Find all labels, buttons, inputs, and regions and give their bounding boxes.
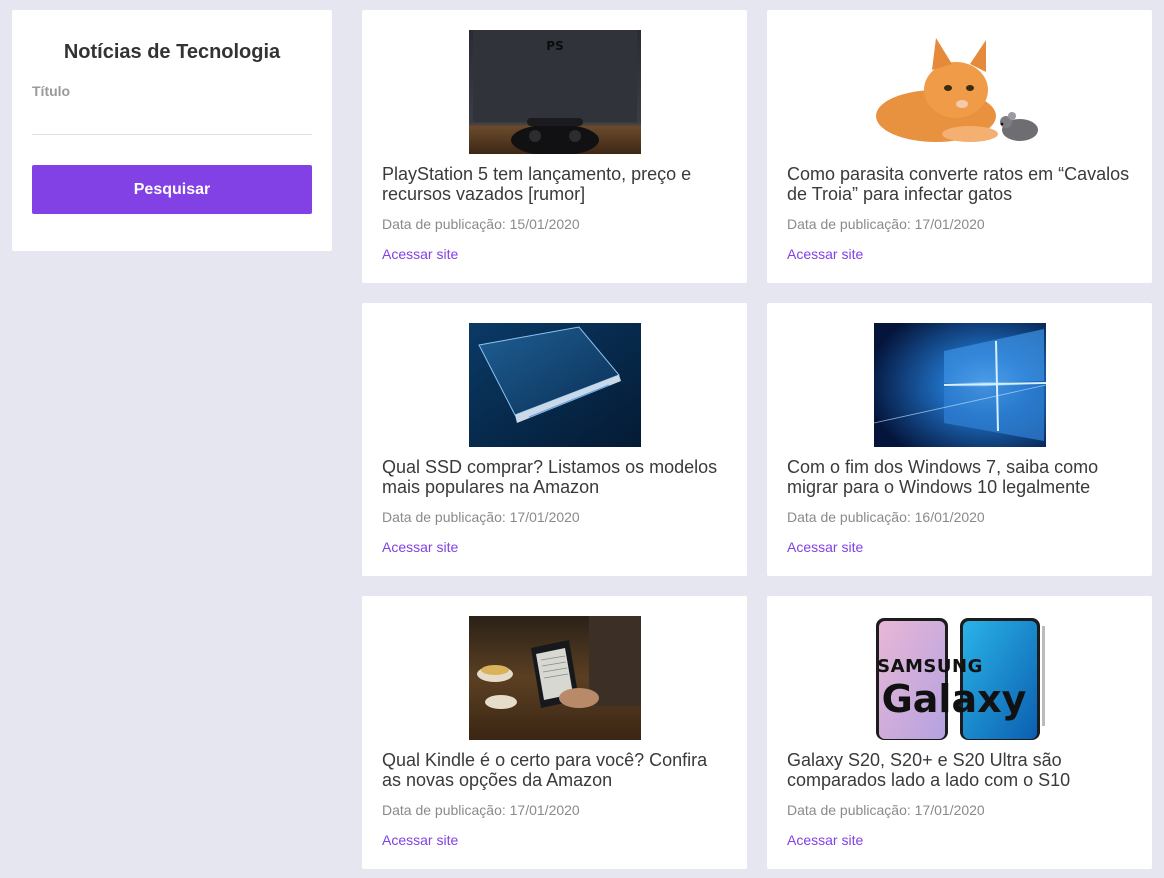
card-date: Data de publicação: 17/01/2020: [787, 216, 985, 232]
news-card: Como parasita converte ratos em “Cavalos…: [767, 10, 1152, 283]
news-card: Qual Kindle é o certo para você? Confira…: [362, 596, 747, 869]
visit-site-link[interactable]: Acessar site: [787, 537, 863, 557]
title-input[interactable]: [32, 105, 312, 135]
visit-site-link[interactable]: Acessar site: [382, 244, 458, 264]
svg-text:PS: PS: [546, 39, 563, 53]
search-button[interactable]: Pesquisar: [32, 165, 312, 214]
visit-site-link[interactable]: Acessar site: [382, 537, 458, 557]
card-date: Data de publicação: 17/01/2020: [787, 802, 985, 818]
visit-site-link[interactable]: Acessar site: [787, 244, 863, 264]
card-title: Qual SSD comprar? Listamos os modelos ma…: [382, 457, 718, 497]
ssd-drive-image: [468, 323, 641, 447]
news-grid: PS PlayStation 5 tem lançamento, preço e…: [362, 10, 1152, 869]
card-title: Com o fim dos Windows 7, saiba como migr…: [787, 457, 1099, 497]
news-card: SAMSUNG Galaxy Galaxy S20, S20+ e S20 Ul…: [767, 596, 1152, 869]
galaxy-brand-text: Galaxy: [881, 677, 1026, 721]
visit-site-link[interactable]: Acessar site: [787, 830, 863, 850]
search-panel: Notícias de Tecnologia Título Pesquisar: [12, 10, 332, 251]
cat-and-mouse-image: [873, 30, 1046, 154]
samsung-galaxy-image: SAMSUNG Galaxy: [873, 616, 1046, 740]
news-card: PS PlayStation 5 tem lançamento, preço e…: [362, 10, 747, 283]
news-card: Qual SSD comprar? Listamos os modelos ma…: [362, 303, 747, 576]
visit-site-link[interactable]: Acessar site: [382, 830, 458, 850]
kindle-reader-image: [468, 616, 641, 740]
windows-logo-image: [873, 323, 1046, 447]
page-title: Notícias de Tecnologia: [63, 41, 281, 63]
title-field-label: Título: [32, 83, 71, 99]
card-title: Qual Kindle é o certo para você? Confira…: [382, 750, 708, 790]
samsung-brand-text: SAMSUNG: [877, 656, 983, 677]
playstation-console-image: PS: [468, 30, 641, 154]
news-card: Com o fim dos Windows 7, saiba como migr…: [767, 303, 1152, 576]
card-date: Data de publicação: 17/01/2020: [382, 802, 580, 818]
card-date: Data de publicação: 16/01/2020: [787, 509, 985, 525]
card-title: Como parasita converte ratos em “Cavalos…: [787, 164, 1130, 204]
card-date: Data de publicação: 17/01/2020: [382, 509, 580, 525]
card-date: Data de publicação: 15/01/2020: [382, 216, 580, 232]
card-title: Galaxy S20, S20+ e S20 Ultra são compara…: [787, 750, 1071, 790]
card-title: PlayStation 5 tem lançamento, preço e re…: [382, 164, 692, 204]
